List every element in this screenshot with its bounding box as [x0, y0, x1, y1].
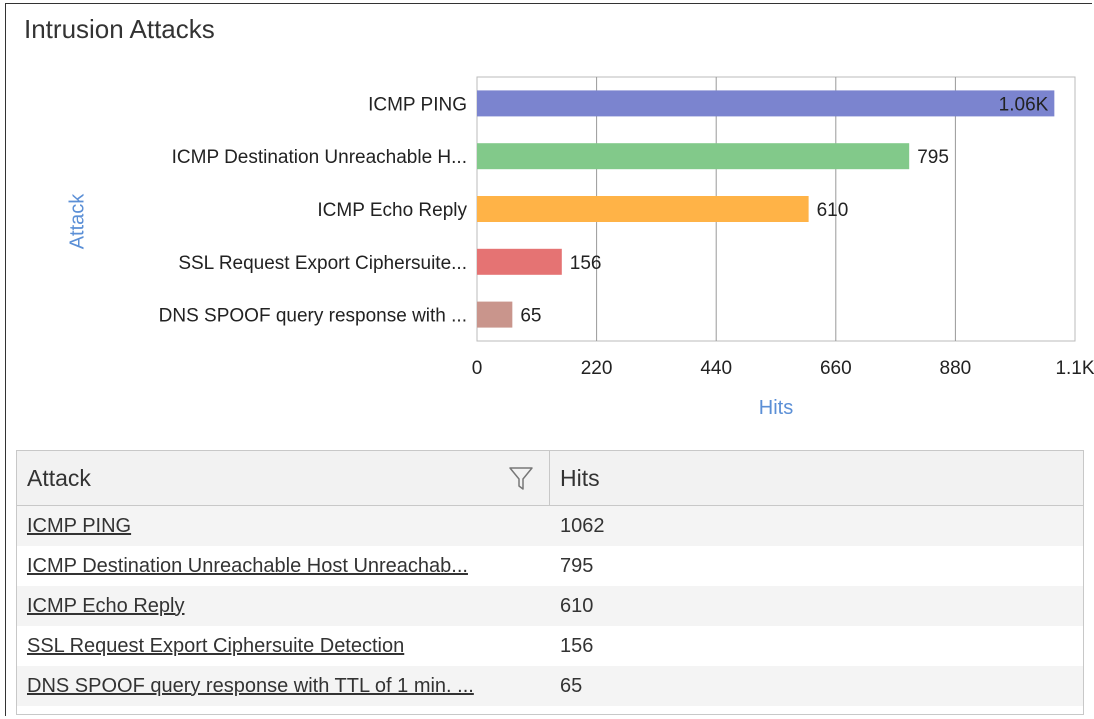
attack-link[interactable]: SSL Request Export Ciphersuite Detection: [27, 635, 404, 657]
attack-table: Attack Hits ICMP PING 1062 ICMP Destinatio…: [16, 450, 1084, 715]
attack-cell: ICMP Destination Unreachable Host Unreac…: [17, 555, 550, 578]
bar: [477, 90, 1055, 117]
attack-cell: DNS SPOOF query response with TTL of 1 m…: [17, 675, 550, 698]
attack-link[interactable]: ICMP Destination Unreachable Host Unreac…: [27, 555, 468, 577]
x-tick-label: 1.1K: [1055, 358, 1094, 379]
bar-chart: 0 220 440 660 880 1.1K ICMP PING 1.06K ICMP Dest…: [159, 76, 1094, 419]
hits-cell: 65: [560, 674, 583, 697]
x-tick-label: 440: [700, 358, 732, 379]
x-tick-label: 0: [472, 358, 483, 379]
x-axis-label: Hits: [759, 397, 793, 419]
attack-link[interactable]: ICMP Echo Reply: [27, 595, 184, 617]
hits-cell: 610: [560, 594, 594, 617]
data-label: 610: [817, 200, 849, 221]
table-body: ICMP PING 1062 ICMP Destination Unreachabl…: [17, 506, 1083, 706]
y-category-label: DNS SPOOF query response with ...: [159, 306, 467, 327]
y-category-label: SSL Request Export Ciphersuite...: [178, 253, 467, 274]
bar: [477, 143, 910, 170]
table-row: ICMP Echo Reply 610: [17, 586, 1083, 626]
attack-link[interactable]: DNS SPOOF query response with TTL of 1 m…: [27, 675, 474, 697]
hits-cell: 1062: [560, 514, 605, 537]
bar: [477, 196, 809, 222]
filter-icon[interactable]: [507, 464, 535, 492]
x-tick-label: 220: [581, 358, 613, 379]
y-category-label: ICMP PING: [368, 94, 467, 115]
column-header-attack-label: Attack: [27, 464, 91, 491]
table-header: Attack Hits: [17, 451, 1083, 506]
bar: [477, 301, 513, 328]
bar: [477, 248, 562, 275]
y-category-label: ICMP Destination Unreachable H...: [172, 147, 467, 168]
data-label: 156: [570, 253, 602, 274]
table-row: SSL Request Export Ciphersuite Detection…: [17, 626, 1083, 666]
hits-cell: 156: [560, 634, 594, 657]
data-label: 795: [917, 147, 949, 168]
attack-link[interactable]: ICMP PING: [27, 515, 131, 537]
column-header-attack[interactable]: Attack: [17, 451, 550, 505]
data-label: 1.06K: [999, 94, 1049, 115]
hits-cell: 795: [560, 554, 594, 577]
data-label: 65: [520, 306, 541, 327]
attack-cell: ICMP Echo Reply: [17, 595, 550, 618]
table-row: ICMP Destination Unreachable Host Unreac…: [17, 546, 1083, 586]
column-header-hits-label: Hits: [560, 464, 600, 491]
table-row: ICMP PING 1062: [17, 506, 1083, 546]
x-tick-label: 880: [940, 358, 972, 379]
chart-y-axis-label: Attack: [66, 193, 89, 250]
attack-cell: SSL Request Export Ciphersuite Detection: [17, 635, 550, 658]
y-category-label: ICMP Echo Reply: [317, 200, 467, 221]
table-row: DNS SPOOF query response with TTL of 1 m…: [17, 666, 1083, 706]
x-tick-label: 660: [820, 358, 852, 379]
attack-cell: ICMP PING: [17, 515, 550, 538]
column-header-hits[interactable]: Hits: [550, 451, 600, 505]
